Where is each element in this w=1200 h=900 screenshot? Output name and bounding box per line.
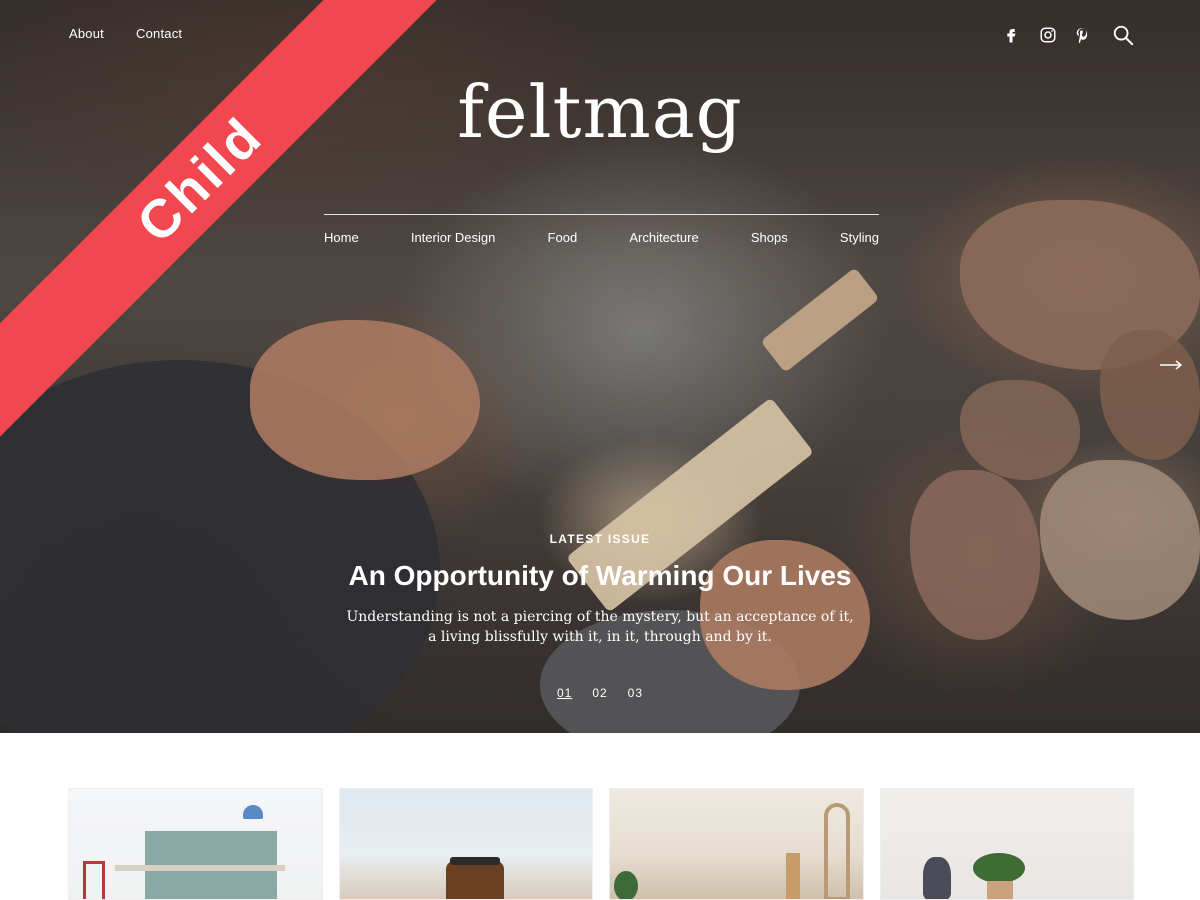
pinterest-icon[interactable] [1071,24,1093,46]
nav-item-styling[interactable]: Styling [840,230,879,245]
site-logo[interactable]: feltmag [0,70,1200,154]
post-card-image[interactable] [68,788,323,900]
nav-item-home[interactable]: Home [324,230,359,245]
hero-photo-log [760,267,880,373]
table-shape [115,865,285,871]
slide-dot-01[interactable]: 01 [557,686,572,700]
nav-item-shops[interactable]: Shops [751,230,788,245]
vase-shape [922,857,951,899]
nav-item-architecture[interactable]: Architecture [629,230,698,245]
mirror-shape [824,803,850,899]
hero-kicker: LATEST ISSUE [549,532,651,546]
hero-excerpt: Understanding is not a piercing of the m… [300,607,900,647]
search-icon[interactable] [1110,22,1136,48]
top-nav-about[interactable]: About [69,26,104,41]
plant-shape [972,853,1025,883]
nav-divider [324,214,879,215]
hero-photo-rock [910,470,1040,640]
nav-item-interior-design[interactable]: Interior Design [411,230,496,245]
hero-photo-hand [250,320,480,480]
pot-shape [986,881,1013,899]
candle-jar-shape [445,861,504,899]
facebook-icon[interactable] [1000,24,1022,46]
hero-excerpt-line: Understanding is not a piercing of the m… [346,609,854,625]
candle-lid-shape [449,857,500,865]
hero-title[interactable]: An Opportunity of Warming Our Lives [0,560,1200,592]
post-card-image[interactable] [879,788,1134,900]
chair-shape [83,861,105,899]
slide-pager: 01 02 03 [0,686,1200,700]
hero-photo-rock [960,380,1080,480]
shelf-shape [786,853,800,899]
slide-dot-02[interactable]: 02 [592,686,607,700]
post-card-image[interactable] [609,788,864,900]
lamp-shape [243,805,263,819]
next-slide-arrow-icon[interactable] [1158,354,1184,376]
post-card-image[interactable] [338,788,593,900]
hero-slider: About Contact feltmag Home Interior Desi… [0,0,1200,733]
main-nav: Home Interior Design Food Architecture S… [324,230,879,245]
instagram-icon[interactable] [1037,24,1059,46]
post-grid [68,788,1134,900]
top-nav-contact[interactable]: Contact [136,26,182,41]
slide-dot-03[interactable]: 03 [628,686,643,700]
hero-photo-rock [1100,330,1200,460]
nav-item-food[interactable]: Food [548,230,578,245]
hero-excerpt-line: a living blissfully with it, in it, thro… [428,629,772,645]
plant-shape [614,871,638,899]
